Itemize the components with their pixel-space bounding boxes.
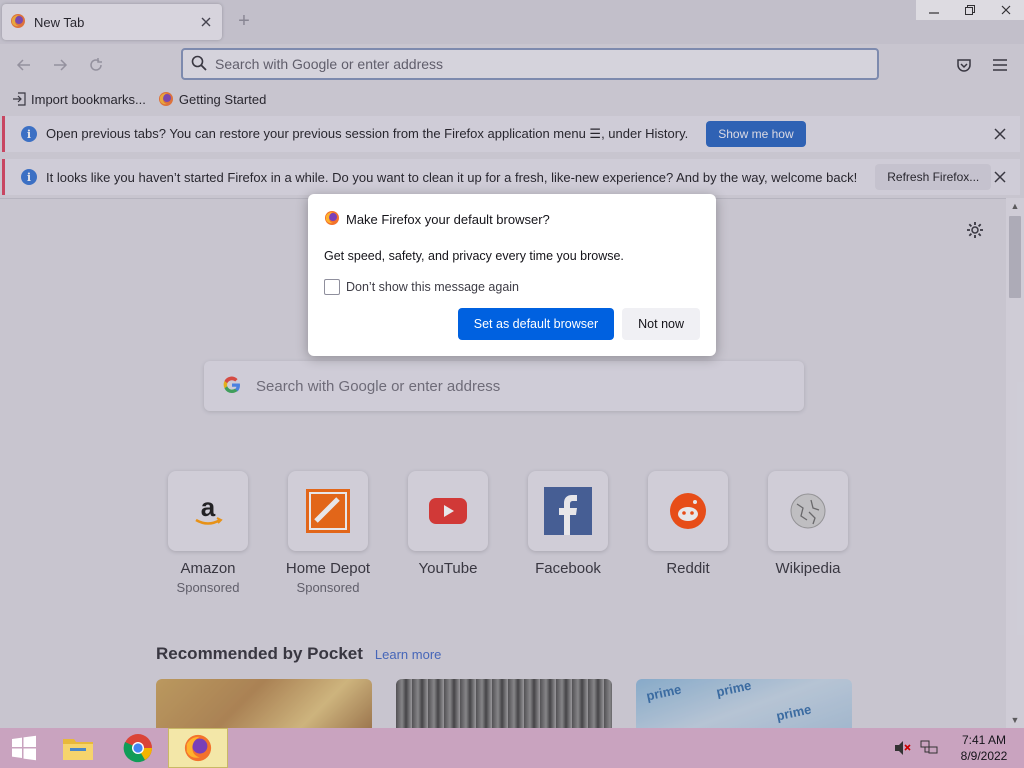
shortcut-label: Facebook — [535, 560, 601, 577]
google-g-icon — [222, 375, 242, 398]
bookmark-getting-started[interactable]: Getting Started — [158, 91, 266, 107]
back-arrow-icon[interactable] — [12, 53, 36, 77]
reload-icon[interactable] — [84, 53, 108, 77]
restore-icon[interactable] — [952, 0, 988, 20]
checkbox[interactable] — [324, 279, 340, 295]
amazon-icon: a — [168, 471, 248, 551]
info-icon: i — [21, 169, 37, 185]
pocket-cards: prime prime prime — [156, 679, 876, 728]
session-restore-notification: i Open previous tabs? You can restore yo… — [2, 116, 1020, 152]
close-icon[interactable] — [992, 169, 1008, 185]
clock-date: 8/9/2022 — [960, 749, 1008, 763]
home-depot-icon — [288, 471, 368, 551]
pocket-title: Recommended by Pocket — [156, 644, 363, 663]
chrome-icon[interactable] — [108, 728, 168, 768]
youtube-icon — [408, 471, 488, 551]
close-window-icon[interactable] — [988, 0, 1024, 20]
address-input[interactable] — [215, 56, 877, 72]
close-icon[interactable] — [992, 126, 1008, 142]
shortcut-amazon[interactable]: a Amazon Sponsored — [148, 471, 268, 595]
shortcut-youtube[interactable]: YouTube — [388, 471, 508, 595]
forward-arrow-icon[interactable] — [48, 53, 72, 77]
import-icon — [12, 92, 26, 106]
dialog-actions: Set as default browser Not now — [457, 308, 700, 340]
window-controls — [916, 0, 1024, 20]
refresh-firefox-notification: i It looks like you haven’t started Fire… — [2, 159, 1020, 195]
reddit-icon — [648, 471, 728, 551]
top-sites: a Amazon Sponsored Home Depot Sponsored … — [148, 471, 868, 595]
shortcut-label: Reddit — [666, 560, 710, 577]
dialog-title: Make Firefox your default browser? — [346, 212, 550, 227]
firefox-icon — [10, 13, 26, 32]
minimize-icon[interactable] — [916, 0, 952, 20]
clock[interactable]: 7:41 AM 8/9/2022 — [944, 732, 1024, 764]
close-tab-icon[interactable] — [198, 14, 214, 30]
file-explorer-icon[interactable] — [48, 728, 108, 768]
pocket-section-header: Recommended by Pocket Learn more — [156, 644, 441, 664]
shortcut-facebook[interactable]: Facebook — [508, 471, 628, 595]
tab-title: New Tab — [34, 14, 85, 30]
shortcut-home-depot[interactable]: Home Depot Sponsored — [268, 471, 388, 595]
pocket-card[interactable] — [156, 679, 372, 728]
page-scrollbar[interactable]: ▲ ▼ — [1006, 198, 1024, 728]
sponsored-label: Sponsored — [296, 580, 360, 595]
pocket-icon[interactable] — [952, 53, 976, 77]
prime-text: prime — [644, 681, 683, 704]
pocket-card[interactable]: prime prime prime — [636, 679, 852, 728]
volume-muted-icon[interactable] — [892, 737, 914, 759]
bookmark-import[interactable]: Import bookmarks... — [12, 92, 146, 107]
show-me-how-button[interactable]: Show me how — [706, 121, 806, 147]
hamburger-menu-icon[interactable] — [988, 53, 1012, 77]
notification-message: Open previous tabs? You can restore your… — [46, 126, 689, 141]
pocket-card[interactable] — [396, 679, 612, 728]
dialog-body: Get speed, safety, and privacy every tim… — [324, 249, 624, 263]
wikipedia-icon — [768, 471, 848, 551]
shortcut-label: Amazon — [180, 560, 236, 577]
system-tray: 7:41 AM 8/9/2022 — [892, 728, 1024, 768]
checkbox-label: Don’t show this message again — [346, 280, 520, 294]
default-browser-dialog: Make Firefox your default browser? Get s… — [308, 194, 716, 356]
windows-start-icon[interactable] — [0, 728, 48, 768]
info-icon: i — [21, 126, 37, 142]
search-icon — [191, 55, 207, 74]
clock-time: 7:41 AM — [961, 733, 1007, 747]
shortcut-reddit[interactable]: Reddit — [628, 471, 748, 595]
shortcut-label: Wikipedia — [775, 560, 841, 577]
tab-strip: New Tab + — [0, 0, 1024, 44]
dialog-title-row: Make Firefox your default browser? — [324, 210, 700, 229]
navigation-toolbar — [0, 44, 1024, 86]
prime-text: prime — [774, 701, 813, 724]
firefox-icon — [324, 210, 340, 229]
tab-new-tab[interactable]: New Tab — [2, 4, 222, 40]
taskbar: 7:41 AM 8/9/2022 — [0, 728, 1024, 768]
refresh-firefox-button[interactable]: Refresh Firefox... — [875, 164, 992, 190]
bookmarks-toolbar: Import bookmarks... Getting Started — [0, 86, 1024, 112]
sponsored-label: Sponsored — [176, 580, 240, 595]
scrollbar-thumb[interactable] — [1009, 216, 1021, 298]
bookmark-label: Import bookmarks... — [31, 91, 146, 107]
google-search-input[interactable] — [256, 377, 804, 395]
network-icon[interactable] — [918, 737, 940, 759]
shortcut-wikipedia[interactable]: Wikipedia — [748, 471, 868, 595]
bookmark-label: Getting Started — [178, 91, 267, 107]
address-bar[interactable] — [181, 48, 879, 80]
new-tab-button[interactable]: + — [234, 11, 254, 32]
facebook-icon — [528, 471, 608, 551]
scroll-up-icon[interactable]: ▲ — [1006, 198, 1024, 214]
svg-text:a: a — [201, 492, 216, 522]
set-default-browser-button[interactable]: Set as default browser — [457, 308, 615, 340]
learn-more-link[interactable]: Learn more — [375, 647, 441, 662]
firefox-taskbar-icon[interactable] — [168, 728, 228, 768]
google-search-box[interactable] — [204, 361, 804, 411]
shortcut-label: YouTube — [418, 560, 478, 577]
shortcut-label: Home Depot — [285, 560, 371, 577]
prime-text: prime — [714, 679, 753, 700]
firefox-icon — [158, 91, 174, 107]
notification-message: It looks like you haven’t started Firefo… — [46, 169, 858, 185]
gear-icon[interactable] — [966, 221, 984, 242]
not-now-button[interactable]: Not now — [622, 308, 700, 340]
dont-show-again-checkbox[interactable]: Don’t show this message again — [324, 279, 700, 295]
scroll-down-icon[interactable]: ▼ — [1006, 712, 1024, 728]
